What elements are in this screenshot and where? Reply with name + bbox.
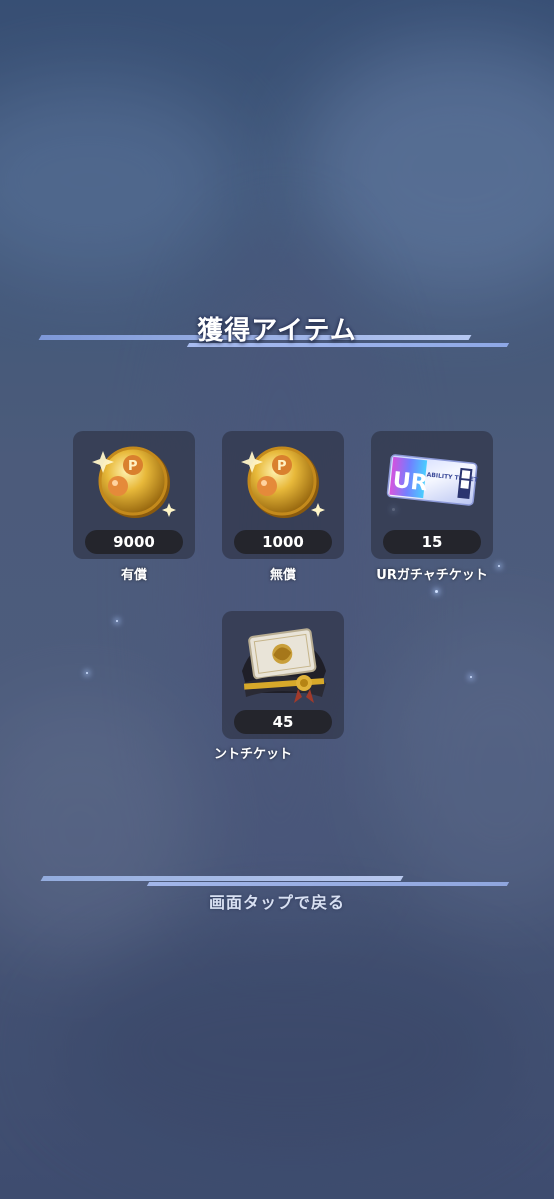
gold-coin-icon: P	[92, 446, 176, 518]
event-ticket-icon	[242, 628, 326, 703]
ticket-ur-text: UR	[392, 468, 429, 497]
item-quantity: 45	[234, 710, 332, 734]
reward-item-card[interactable]: UR ABILITY TICKET 15	[371, 431, 493, 559]
sparkle-icon	[116, 620, 118, 622]
tap-to-return-text[interactable]: 画面タップで戻る	[0, 889, 554, 913]
item-quantity: 1000	[234, 530, 332, 554]
item-name: URガチャチケット	[376, 568, 488, 583]
svg-text:P: P	[128, 459, 138, 474]
reward-item-card[interactable]: P 1000	[222, 431, 344, 559]
page-title: 獲得アイテム	[197, 316, 357, 346]
blurred-background	[0, 0, 554, 1199]
item-quantity: 9000	[85, 530, 183, 554]
item-name: ントチケット	[214, 747, 293, 762]
sparkle-icon	[470, 676, 472, 678]
svg-text:P: P	[277, 459, 287, 474]
item-name: 有償	[120, 568, 147, 583]
gold-coin-icon: P	[241, 446, 325, 518]
item-quantity: 15	[383, 530, 481, 554]
reward-item-card[interactable]: 45	[222, 611, 344, 739]
reward-item-card[interactable]: P 9000	[73, 431, 195, 559]
ur-gacha-ticket-icon: UR ABILITY TICKET	[386, 454, 479, 506]
item-name: 無償	[269, 568, 296, 583]
sparkle-icon	[86, 672, 88, 674]
sparkle-icon	[435, 590, 438, 593]
